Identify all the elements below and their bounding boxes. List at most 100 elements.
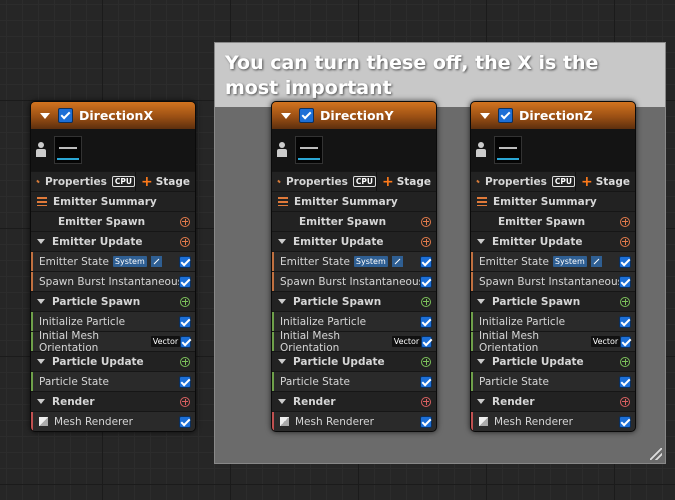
- add-module-icon[interactable]: [180, 296, 190, 307]
- particle-spawn-row[interactable]: Particle Spawn: [272, 291, 436, 311]
- particle-spawn-row[interactable]: Particle Spawn: [471, 291, 635, 311]
- module-enable-checkbox[interactable]: [420, 375, 432, 388]
- emitter-spawn-row[interactable]: Emitter Spawn: [471, 211, 635, 231]
- add-module-icon[interactable]: [620, 296, 630, 307]
- spawn-burst-module[interactable]: Spawn Burst Instantaneous: [471, 271, 635, 291]
- expand-triangle-icon[interactable]: [37, 299, 45, 304]
- properties-row[interactable]: Properties CPU + Stage: [272, 171, 436, 191]
- properties-row[interactable]: Properties CPU + Stage: [31, 171, 195, 191]
- particle-update-row[interactable]: Particle Update: [31, 351, 195, 371]
- node-header[interactable]: DirectionZ: [471, 102, 635, 129]
- module-enable-checkbox[interactable]: [619, 315, 631, 328]
- expand-triangle-icon[interactable]: [477, 359, 485, 364]
- emitter-node-directionx[interactable]: DirectionX Properties CPU + Stage Emitte…: [30, 101, 196, 432]
- module-enable-checkbox[interactable]: [619, 415, 631, 428]
- emitter-preview-thumbnail[interactable]: [54, 136, 82, 164]
- emitter-summary-row[interactable]: Emitter Summary: [31, 191, 195, 211]
- initialize-particle-module[interactable]: Initialize Particle: [471, 311, 635, 331]
- expand-triangle-icon[interactable]: [278, 359, 286, 364]
- module-enable-checkbox[interactable]: [420, 315, 432, 328]
- emitter-summary-row[interactable]: Emitter Summary: [471, 191, 635, 211]
- expand-triangle-icon[interactable]: [278, 299, 286, 304]
- expand-triangle-icon[interactable]: [37, 399, 45, 404]
- render-row[interactable]: Render: [31, 391, 195, 411]
- add-module-icon[interactable]: [620, 216, 630, 227]
- emitter-node-directiony[interactable]: DirectionY Properties CPU + Stage Emitte…: [271, 101, 437, 432]
- emitter-state-module[interactable]: Emitter State System: [272, 251, 436, 271]
- emitter-state-module[interactable]: Emitter State System: [471, 251, 635, 271]
- initialize-particle-module[interactable]: Initialize Particle: [272, 311, 436, 331]
- add-stage-button[interactable]: + Stage: [574, 172, 635, 191]
- add-module-icon[interactable]: [180, 216, 190, 227]
- emitter-state-module[interactable]: Emitter State System: [31, 251, 195, 271]
- node-enable-checkbox[interactable]: [498, 108, 513, 123]
- add-renderer-icon[interactable]: [421, 396, 431, 407]
- emitter-node-directionz[interactable]: DirectionZ Properties CPU + Stage Emitte…: [470, 101, 636, 432]
- mesh-renderer-module[interactable]: Mesh Renderer: [31, 411, 195, 431]
- emitter-update-row[interactable]: Emitter Update: [272, 231, 436, 251]
- node-enable-checkbox[interactable]: [58, 108, 73, 123]
- expand-triangle-icon[interactable]: [477, 299, 485, 304]
- emitter-preview-thumbnail[interactable]: [295, 136, 323, 164]
- module-enable-checkbox[interactable]: [620, 335, 631, 348]
- module-enable-checkbox[interactable]: [619, 275, 631, 288]
- add-module-icon[interactable]: [180, 356, 190, 367]
- add-module-icon[interactable]: [421, 236, 431, 247]
- initialize-particle-module[interactable]: Initialize Particle: [31, 311, 195, 331]
- collapse-arrow-icon[interactable]: [480, 112, 490, 119]
- add-module-icon[interactable]: [620, 236, 630, 247]
- module-enable-checkbox[interactable]: [179, 255, 191, 268]
- module-enable-checkbox[interactable]: [179, 275, 191, 288]
- particle-state-module[interactable]: Particle State: [31, 371, 195, 391]
- mesh-renderer-module[interactable]: Mesh Renderer: [471, 411, 635, 431]
- module-enable-checkbox[interactable]: [420, 275, 432, 288]
- node-header[interactable]: DirectionX: [31, 102, 195, 129]
- render-row[interactable]: Render: [471, 391, 635, 411]
- module-enable-checkbox[interactable]: [619, 375, 631, 388]
- expand-triangle-icon[interactable]: [477, 239, 485, 244]
- emitter-preview-thumbnail[interactable]: [494, 136, 522, 164]
- node-header[interactable]: DirectionY: [272, 102, 436, 129]
- particle-state-module[interactable]: Particle State: [471, 371, 635, 391]
- module-enable-checkbox[interactable]: [421, 335, 432, 348]
- spawn-burst-module[interactable]: Spawn Burst Instantaneous: [272, 271, 436, 291]
- module-enable-checkbox[interactable]: [420, 255, 432, 268]
- expand-triangle-icon[interactable]: [37, 239, 45, 244]
- resize-grip-icon[interactable]: [650, 448, 662, 460]
- initial-mesh-orientation-module[interactable]: Initial Mesh Orientation Vector: [31, 330, 195, 354]
- module-enable-checkbox[interactable]: [179, 415, 191, 428]
- initial-mesh-orientation-module[interactable]: Initial Mesh Orientation Vector: [272, 330, 436, 354]
- mesh-renderer-module[interactable]: Mesh Renderer: [272, 411, 436, 431]
- render-row[interactable]: Render: [272, 391, 436, 411]
- expand-triangle-icon[interactable]: [278, 239, 286, 244]
- properties-row[interactable]: Properties CPU + Stage: [471, 171, 635, 191]
- add-renderer-icon[interactable]: [180, 396, 190, 407]
- emitter-spawn-row[interactable]: Emitter Spawn: [272, 211, 436, 231]
- expand-triangle-icon[interactable]: [37, 359, 45, 364]
- add-module-icon[interactable]: [620, 356, 630, 367]
- expand-triangle-icon[interactable]: [278, 399, 286, 404]
- add-module-icon[interactable]: [421, 296, 431, 307]
- module-enable-checkbox[interactable]: [420, 415, 432, 428]
- spawn-burst-module[interactable]: Spawn Burst Instantaneous: [31, 271, 195, 291]
- collapse-arrow-icon[interactable]: [40, 112, 50, 119]
- module-enable-checkbox[interactable]: [619, 255, 631, 268]
- emitter-update-row[interactable]: Emitter Update: [31, 231, 195, 251]
- module-enable-checkbox[interactable]: [180, 335, 191, 348]
- emitter-summary-row[interactable]: Emitter Summary: [272, 191, 436, 211]
- add-module-icon[interactable]: [180, 236, 190, 247]
- module-enable-checkbox[interactable]: [179, 315, 191, 328]
- particle-update-row[interactable]: Particle Update: [272, 351, 436, 371]
- add-module-icon[interactable]: [421, 216, 431, 227]
- expand-triangle-icon[interactable]: [477, 399, 485, 404]
- add-renderer-icon[interactable]: [620, 396, 630, 407]
- add-module-icon[interactable]: [421, 356, 431, 367]
- add-stage-button[interactable]: + Stage: [134, 172, 195, 191]
- emitter-spawn-row[interactable]: Emitter Spawn: [31, 211, 195, 231]
- add-stage-button[interactable]: + Stage: [375, 172, 436, 191]
- comment-title[interactable]: You can turn these off, the X is the mos…: [215, 43, 665, 107]
- collapse-arrow-icon[interactable]: [281, 112, 291, 119]
- particle-update-row[interactable]: Particle Update: [471, 351, 635, 371]
- particle-spawn-row[interactable]: Particle Spawn: [31, 291, 195, 311]
- module-enable-checkbox[interactable]: [179, 375, 191, 388]
